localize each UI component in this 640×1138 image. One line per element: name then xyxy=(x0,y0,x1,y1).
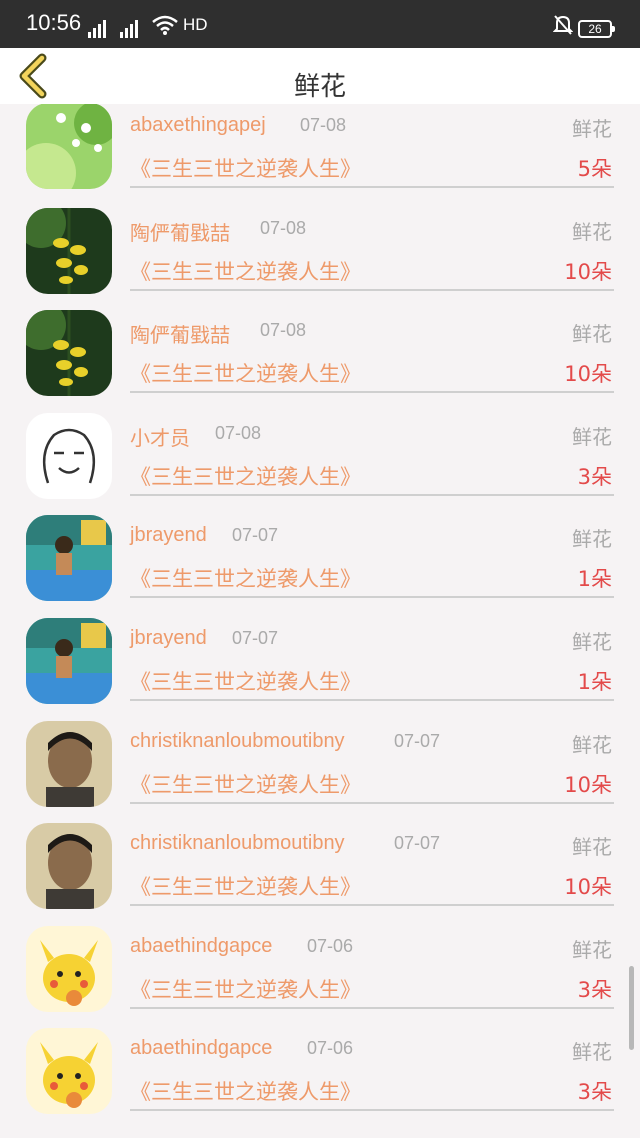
user-avatar[interactable] xyxy=(26,1028,112,1115)
gift-type: 鲜花 xyxy=(572,117,612,141)
user-name[interactable]: abaethindgapce xyxy=(130,935,272,958)
divider xyxy=(130,801,614,804)
gift-count: 10朵 xyxy=(564,875,612,900)
user-name[interactable]: abaethindgapce xyxy=(130,1037,272,1060)
user-name[interactable]: 小才员 xyxy=(130,422,190,451)
gift-count: 1朵 xyxy=(577,567,612,592)
gift-count: 10朵 xyxy=(564,362,612,387)
gift-count: 3朵 xyxy=(577,464,612,489)
divider xyxy=(130,596,614,599)
user-name[interactable]: christiknanloubmoutibny xyxy=(130,730,345,753)
gift-date: 07-07 xyxy=(232,628,279,648)
gift-type: 鲜花 xyxy=(572,630,612,654)
user-name[interactable]: 陶俨葡戥喆 xyxy=(130,217,230,246)
gift-list-item[interactable]: christiknanloubmoutibny 07-07 鲜花《三生三世之逆袭人生… xyxy=(0,720,640,822)
gift-count: 10朵 xyxy=(564,259,612,284)
gift-type: 鲜花 xyxy=(572,322,612,347)
gift-count: 3朵 xyxy=(577,1080,612,1105)
wifi-icon xyxy=(152,15,178,35)
status-time: 10:56 xyxy=(26,10,82,35)
gift-date: 07-08 xyxy=(215,422,262,443)
gift-date: 07-07 xyxy=(394,833,441,854)
divider xyxy=(130,493,614,496)
gift-date: 07-07 xyxy=(394,730,441,751)
gift-type: 鲜花 xyxy=(572,219,612,244)
flower-gift-list: abaxethingapej 07-08 鲜花 《三生三世之逆袭人生》 5朵 陶俨葡戥喆 0… xyxy=(0,104,640,1138)
status-bar: 10:56 HD 26 xyxy=(0,0,640,48)
divider xyxy=(130,1006,614,1009)
gift-list-item[interactable]: abaethindgapce 07-06 鲜花《三生三世之逆袭人生》 3朵 xyxy=(0,925,640,1027)
gift-date: 07-07 xyxy=(232,525,279,546)
signal-4g-icon xyxy=(120,20,144,38)
gift-count: 3朵 xyxy=(577,977,612,1002)
gift-list-item[interactable]: christiknanloubmoutibny 07-07 鲜花《三生三世之逆袭人生… xyxy=(0,822,640,924)
divider xyxy=(130,288,614,291)
battery-indicator: 26 xyxy=(578,20,615,38)
book-title[interactable]: 《三生三世之逆袭人生》 xyxy=(130,256,361,286)
book-title[interactable]: 《三生三世之逆袭人生》 xyxy=(130,1076,361,1106)
signal-2g-icon xyxy=(88,20,112,38)
user-name[interactable]: jbrayend xyxy=(130,627,207,650)
gift-date: 07-08 xyxy=(260,320,307,341)
gift-type: 鲜花 xyxy=(572,937,612,962)
gift-type: 鲜花 xyxy=(572,732,612,757)
page-title: 鲜花 xyxy=(293,72,346,102)
hd-label: HD xyxy=(183,15,208,34)
gift-list-item[interactable]: jbrayend 07-07 鲜花《三生三世之逆袭人生》 1朵 xyxy=(0,617,640,719)
gift-date: 07-06 xyxy=(307,1038,354,1059)
user-avatar[interactable] xyxy=(26,104,112,189)
book-title[interactable]: 《三生三世之逆袭人生》 xyxy=(130,358,361,388)
user-name[interactable]: abaxethingapej xyxy=(130,114,266,137)
gift-date: 07-06 xyxy=(307,935,354,956)
divider xyxy=(130,186,614,188)
divider xyxy=(130,699,614,701)
book-title[interactable]: 《三生三世之逆袭人生》 xyxy=(130,666,361,696)
user-avatar[interactable] xyxy=(26,618,112,704)
book-title[interactable]: 《三生三世之逆袭人生》 xyxy=(130,974,361,1004)
user-avatar[interactable] xyxy=(26,925,112,1012)
user-name[interactable]: jbrayend xyxy=(130,524,207,547)
user-avatar[interactable] xyxy=(26,515,112,602)
book-title[interactable]: 《三生三世之逆袭人生》 xyxy=(130,769,361,799)
user-avatar[interactable] xyxy=(26,412,112,499)
gift-type: 鲜花 xyxy=(572,1040,612,1065)
user-name[interactable]: christiknanloubmoutibny xyxy=(130,832,345,855)
user-avatar[interactable] xyxy=(26,310,112,397)
gift-date: 07-08 xyxy=(300,115,347,135)
user-avatar[interactable] xyxy=(26,823,112,910)
divider xyxy=(130,391,614,394)
scrollbar[interactable] xyxy=(629,966,634,1050)
user-name[interactable]: 陶俨葡戥喆 xyxy=(130,319,230,348)
gift-count: 1朵 xyxy=(577,670,612,694)
book-title[interactable]: 《三生三世之逆袭人生》 xyxy=(130,461,361,491)
gift-count: 5朵 xyxy=(577,157,612,181)
book-title[interactable]: 《三生三世之逆袭人生》 xyxy=(130,153,361,183)
book-title[interactable]: 《三生三世之逆袭人生》 xyxy=(130,871,361,901)
gift-list-item[interactable]: jbrayend 07-07 鲜花《三生三世之逆袭人生》 1朵 xyxy=(0,514,640,616)
gift-type: 鲜花 xyxy=(572,835,612,860)
user-avatar[interactable] xyxy=(26,207,112,294)
gift-list-item[interactable]: 小才员 07-08 鲜花《三生三世之逆袭人生》 3朵 xyxy=(0,412,640,514)
header-bar: 鲜花 xyxy=(0,48,640,104)
gift-date: 07-08 xyxy=(260,217,307,238)
user-avatar[interactable] xyxy=(26,720,112,807)
gift-type: 鲜花 xyxy=(572,527,612,552)
gift-list-item[interactable]: abaethindgapce 07-06 鲜花《三生三世之逆袭人生》 3朵 xyxy=(0,1027,640,1129)
divider xyxy=(130,1109,614,1112)
gift-list-item[interactable]: 陶俨葡戥喆 07-08 鲜花《三生三世之逆袭人生》 10朵 xyxy=(0,309,640,411)
gift-count: 10朵 xyxy=(564,772,612,797)
gift-list-item[interactable]: 陶俨葡戥喆 07-08 鲜花《三生三世之逆袭人生》 10朵 xyxy=(0,207,640,309)
gift-list-item[interactable]: abaxethingapej 07-08 鲜花《三生三世之逆袭人生》 5朵 xyxy=(0,104,640,206)
book-title[interactable]: 《三生三世之逆袭人生》 xyxy=(130,563,361,593)
gift-type: 鲜花 xyxy=(572,424,612,449)
divider xyxy=(130,904,614,907)
mute-bell-icon xyxy=(553,15,573,35)
